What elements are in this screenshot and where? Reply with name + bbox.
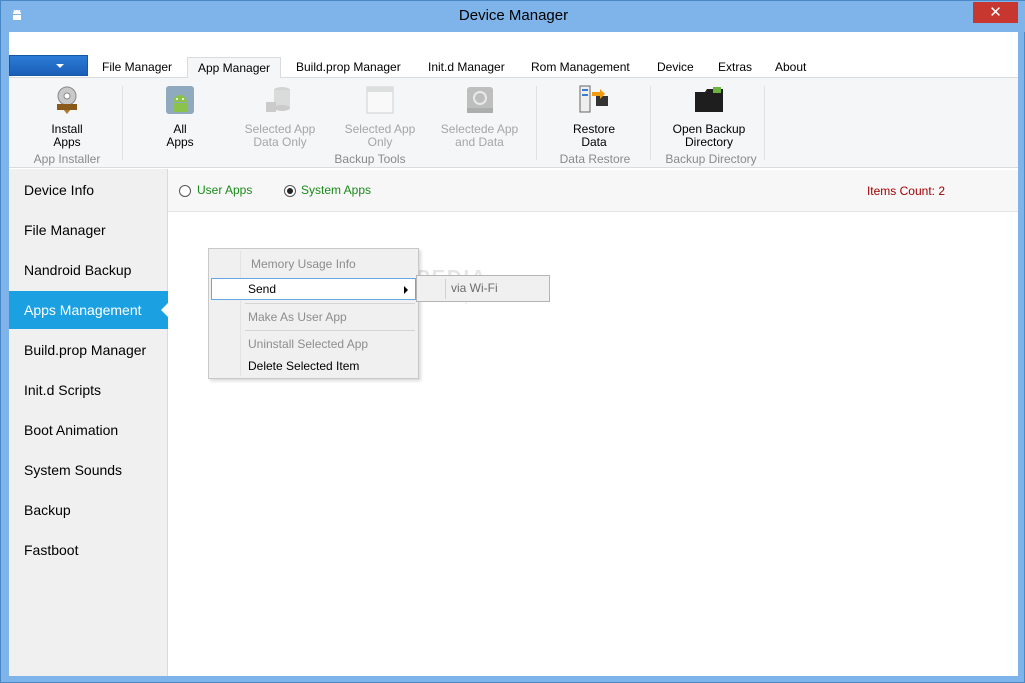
send-submenu: via Wi-Fi [416,275,550,302]
sidebar-item-file-manager[interactable]: File Manager [9,211,168,249]
open-backup-directory-label-2: Directory [684,135,733,149]
selected-app-only-button[interactable]: Selected App Only [340,84,420,149]
open-backup-directory-button[interactable]: Open Backup Directory [668,84,750,149]
submenu-item-via-wifi[interactable]: via Wi-Fi [451,281,498,295]
group-divider [650,86,651,160]
group-data-restore: Data Restore [559,152,631,166]
folder-icon [695,87,723,112]
user-apps-radio[interactable] [179,185,191,197]
sidebar-item-apps-management[interactable]: Apps Management [9,291,169,329]
submenu-gutter [445,279,446,299]
user-apps-label[interactable]: User Apps [197,183,252,197]
window-icon [366,86,394,114]
menu-item-send-label: Send [248,282,277,296]
ribbon-panel: Install Apps App Installer All Apps Sele… [9,78,1018,168]
all-apps-button[interactable]: All Apps [150,84,210,149]
sidebar-item-build-prop-manager[interactable]: Build.prop Manager [9,331,168,369]
system-apps-label[interactable]: System Apps [301,183,371,197]
selected-app-only-label-2: Only [367,135,393,149]
sidebar-item-backup[interactable]: Backup [9,491,168,529]
group-backup-directory: Backup Directory [665,152,757,166]
android-apps-icon [166,86,194,114]
system-apps-radio[interactable] [284,185,296,197]
group-divider [536,86,537,160]
database-icon [266,87,290,112]
sidebar-item-nandroid-backup[interactable]: Nandroid Backup [9,251,168,289]
items-count: Items Count: 2 [866,184,945,198]
tab-file-manager[interactable]: File Manager [98,57,176,78]
menu-item-make-as-user-app[interactable]: Make As User App [211,306,416,328]
all-apps-label-2: Apps [166,135,194,149]
menu-item-memory-usage-info[interactable]: Memory Usage Info [211,253,416,275]
tab-rom-management[interactable]: Rom Management [527,57,634,78]
close-button[interactable]: ✕ [973,2,1018,23]
install-disc-icon [57,86,77,114]
sidebar-item-device-info[interactable]: Device Info [9,171,168,209]
sidebar: Device Info File Manager Nandroid Backup… [9,169,169,676]
window-frame: Device Manager ✕ File Manager App Manage… [0,0,1025,683]
app-filter-bar: User Apps System Apps Items Count: 2 [168,170,1018,212]
chevron-down-icon [56,64,64,68]
selected-app-data-only-label-2: Data Only [253,135,307,149]
group-backup-tools: Backup Tools [334,152,406,166]
tab-build-prop-manager[interactable]: Build.prop Manager [292,57,405,78]
context-menu: Memory Usage Info Send Make As User App … [208,248,419,379]
install-apps-label-2: Apps [53,135,81,149]
application-menu-button[interactable] [9,55,88,76]
group-divider [122,86,123,160]
sidebar-item-init-d-scripts[interactable]: Init.d Scripts [9,371,168,409]
restore-data-button[interactable]: Restore Data [564,84,624,149]
menu-separator [245,330,415,331]
selectede-app-and-data-button[interactable]: Selectede App and Data [437,84,522,149]
selected-app-data-only-button[interactable]: Selected App Data Only [240,84,320,149]
drive-backup-icon [466,87,493,113]
menu-item-uninstall-selected-app[interactable]: Uninstall Selected App [211,333,416,355]
install-apps-button[interactable]: Install Apps [37,84,97,149]
sidebar-item-fastboot[interactable]: Fastboot [9,531,168,569]
sidebar-item-system-sounds[interactable]: System Sounds [9,451,168,489]
menu-separator [245,303,415,304]
ribbon-tab-bar: File Manager App Manager Build.prop Mana… [9,54,1018,79]
tab-init-d-manager[interactable]: Init.d Manager [424,57,509,78]
group-app-installer: App Installer [33,152,101,166]
menu-item-send[interactable]: Send [211,278,416,300]
close-icon: ✕ [989,3,1002,21]
restore-data-label-2: Data [581,135,607,149]
chevron-right-icon [404,286,408,294]
group-divider [764,86,765,160]
sidebar-item-boot-animation[interactable]: Boot Animation [9,411,168,449]
selectede-app-and-data-label-2: and Data [455,135,504,149]
title-bar[interactable]: Device Manager ✕ [1,1,1025,32]
tab-device[interactable]: Device [653,57,698,78]
menu-item-delete-selected-item[interactable]: Delete Selected Item [211,355,416,377]
window-title: Device Manager [458,7,569,24]
restore-icon [579,85,608,113]
client-area: File Manager App Manager Build.prop Mana… [9,32,1018,676]
tab-extras[interactable]: Extras [714,57,756,78]
tab-app-manager[interactable]: App Manager [187,57,282,79]
tab-about[interactable]: About [771,57,810,78]
